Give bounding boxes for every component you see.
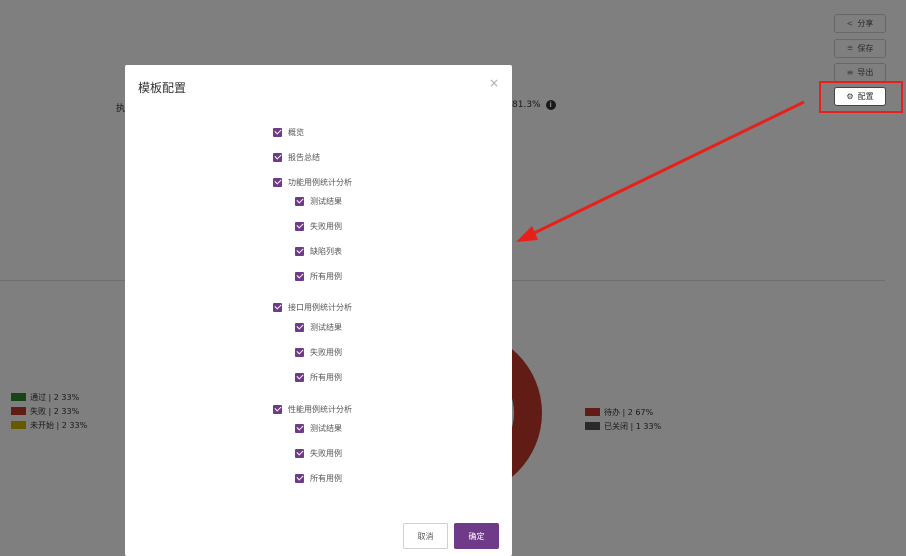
checkbox-label: 报告总结 xyxy=(288,152,320,162)
checkbox-label: 概览 xyxy=(288,127,304,137)
subsection-checkbox[interactable]: 所有用例 xyxy=(295,371,342,383)
checkbox-checked-icon[interactable] xyxy=(273,177,282,187)
checkbox-checked-icon[interactable] xyxy=(295,246,304,256)
checkbox-checked-icon[interactable] xyxy=(295,196,304,206)
checkbox-checked-icon[interactable] xyxy=(295,347,304,357)
subsection-checkbox[interactable]: 所有用例 xyxy=(295,472,342,484)
checkbox-checked-icon[interactable] xyxy=(295,372,304,382)
checkbox-label: 所有用例 xyxy=(310,372,342,382)
subsection-checkbox[interactable]: 测试结果 xyxy=(295,321,342,333)
checkbox-checked-icon[interactable] xyxy=(295,221,304,231)
checkbox-checked-icon[interactable] xyxy=(295,271,304,281)
checkbox-checked-icon[interactable] xyxy=(273,127,282,137)
subsection-checkbox[interactable]: 所有用例 xyxy=(295,270,342,282)
confirm-button[interactable]: 确定 xyxy=(454,523,499,549)
checkbox-checked-icon[interactable] xyxy=(295,448,304,458)
subsection-checkbox[interactable]: 测试结果 xyxy=(295,422,342,434)
section-checkbox[interactable]: 报告总结 xyxy=(273,151,320,163)
checkbox-label: 所有用例 xyxy=(310,473,342,483)
checkbox-label: 失败用例 xyxy=(310,448,342,458)
subsection-checkbox[interactable]: 失败用例 xyxy=(295,447,342,459)
subsection-checkbox[interactable]: 缺陷列表 xyxy=(295,245,342,257)
section-checkbox[interactable]: 功能用例统计分析 xyxy=(273,176,352,188)
checkbox-label: 所有用例 xyxy=(310,271,342,281)
checkbox-label: 测试结果 xyxy=(310,196,342,206)
checkbox-label: 失败用例 xyxy=(310,221,342,231)
checkbox-label: 功能用例统计分析 xyxy=(288,177,352,187)
checkbox-checked-icon[interactable] xyxy=(273,152,282,162)
subsection-checkbox[interactable]: 测试结果 xyxy=(295,195,342,207)
checkbox-label: 接口用例统计分析 xyxy=(288,302,352,312)
modal-title: 模板配置 xyxy=(138,81,187,95)
subsection-checkbox[interactable]: 失败用例 xyxy=(295,346,342,358)
checkbox-label: 测试结果 xyxy=(310,423,342,433)
checkbox-checked-icon[interactable] xyxy=(273,302,282,312)
checkbox-checked-icon[interactable] xyxy=(295,473,304,483)
checkbox-checked-icon[interactable] xyxy=(273,404,282,414)
section-checkbox[interactable]: 概览 xyxy=(273,126,304,138)
checkbox-label: 测试结果 xyxy=(310,322,342,332)
checkbox-label: 缺陷列表 xyxy=(310,246,342,256)
cancel-button[interactable]: 取消 xyxy=(403,523,448,549)
subsection-checkbox[interactable]: 失败用例 xyxy=(295,220,342,232)
template-config-modal: 模板配置 × 概览 报告总结 功能用例统计分析 测试结果 失败用例 缺陷列表 所有用例 接口用… xyxy=(125,65,512,556)
close-icon[interactable]: × xyxy=(489,76,499,90)
section-checkbox[interactable]: 性能用例统计分析 xyxy=(273,403,352,415)
checkbox-label: 性能用例统计分析 xyxy=(288,404,352,414)
section-checkbox[interactable]: 接口用例统计分析 xyxy=(273,301,352,313)
checkbox-checked-icon[interactable] xyxy=(295,423,304,433)
checkbox-checked-icon[interactable] xyxy=(295,322,304,332)
checkbox-label: 失败用例 xyxy=(310,347,342,357)
